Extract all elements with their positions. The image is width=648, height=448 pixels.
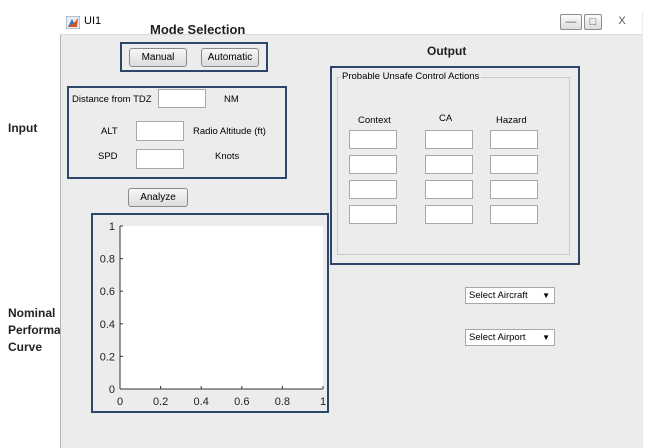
output-cell-ca-1[interactable] — [425, 130, 473, 149]
title-bar — [60, 12, 642, 35]
x-tick-label: 0.8 — [275, 396, 290, 408]
y-tick-label: 0.6 — [100, 286, 115, 298]
x-tick-label: 0.6 — [234, 396, 249, 408]
close-button[interactable]: X — [608, 14, 636, 30]
performance-chart: 0 0.2 0.4 0.6 0.8 1 0 0.2 0.4 0.6 0.8 1 — [100, 221, 326, 408]
matlab-logo-icon — [66, 16, 80, 29]
spd-field[interactable] — [136, 149, 184, 169]
dropdown-arrow-icon: ▼ — [542, 333, 550, 342]
select-aircraft-dropdown[interactable]: Select Aircraft ▼ — [465, 287, 555, 304]
x-tick-label: 0.2 — [153, 396, 168, 408]
automatic-button[interactable]: Automatic — [201, 48, 259, 67]
minimize-button[interactable]: — — [560, 14, 582, 30]
output-cell-context-3[interactable] — [349, 180, 397, 199]
output-cell-context-4[interactable] — [349, 205, 397, 224]
output-cell-ca-2[interactable] — [425, 155, 473, 174]
output-cell-hazard-4[interactable] — [490, 205, 538, 224]
spd-unit-label: Knots — [215, 151, 240, 162]
select-airport-dropdown[interactable]: Select Airport ▼ — [465, 329, 555, 346]
unsafe-actions-title: Probable Unsafe Control Actions — [340, 71, 482, 82]
window-title: UI1 — [84, 15, 102, 27]
output-cell-ca-4[interactable] — [425, 205, 473, 224]
output-cell-hazard-2[interactable] — [490, 155, 538, 174]
y-tick-label: 0.4 — [100, 319, 115, 331]
output-cell-hazard-3[interactable] — [490, 180, 538, 199]
column-header-ca: CA — [439, 113, 453, 124]
alt-unit-label: Radio Altitude (ft) — [193, 126, 266, 137]
x-tick-label: 0.4 — [194, 396, 209, 408]
y-tick-label: 1 — [109, 221, 115, 233]
output-title: Output — [427, 44, 467, 58]
x-tick-label: 1 — [320, 396, 326, 408]
output-cell-context-1[interactable] — [349, 130, 397, 149]
distance-label: Distance from TDZ — [72, 94, 152, 105]
y-tick-label: 0 — [109, 384, 115, 396]
output-cell-ca-3[interactable] — [425, 180, 473, 199]
analyze-button[interactable]: Analyze — [128, 188, 188, 207]
y-tick-label: 0.8 — [100, 254, 115, 266]
minimize-icon: — — [565, 16, 577, 28]
output-cell-context-2[interactable] — [349, 155, 397, 174]
select-airport-value: Select Airport — [469, 332, 526, 343]
spd-label: SPD — [98, 151, 118, 162]
distance-field[interactable] — [158, 89, 206, 108]
column-header-hazard: Hazard — [496, 115, 527, 126]
select-aircraft-value: Select Aircraft — [469, 290, 528, 301]
maximize-icon: □ — [589, 16, 597, 28]
output-cell-hazard-1[interactable] — [490, 130, 538, 149]
dropdown-arrow-icon: ▼ — [542, 291, 550, 300]
alt-field[interactable] — [136, 121, 184, 141]
mode-selection-title: Mode Selection — [150, 22, 246, 37]
alt-label: ALT — [101, 126, 118, 137]
close-icon: X — [618, 15, 626, 27]
x-tick-label: 0 — [117, 396, 123, 408]
column-header-context: Context — [358, 115, 391, 126]
input-section-label: Input — [8, 121, 38, 135]
distance-unit-label: NM — [224, 94, 239, 105]
plot-area — [120, 226, 323, 389]
maximize-button[interactable]: □ — [584, 14, 602, 30]
y-tick-label: 0.2 — [100, 351, 115, 363]
manual-button[interactable]: Manual — [129, 48, 187, 67]
